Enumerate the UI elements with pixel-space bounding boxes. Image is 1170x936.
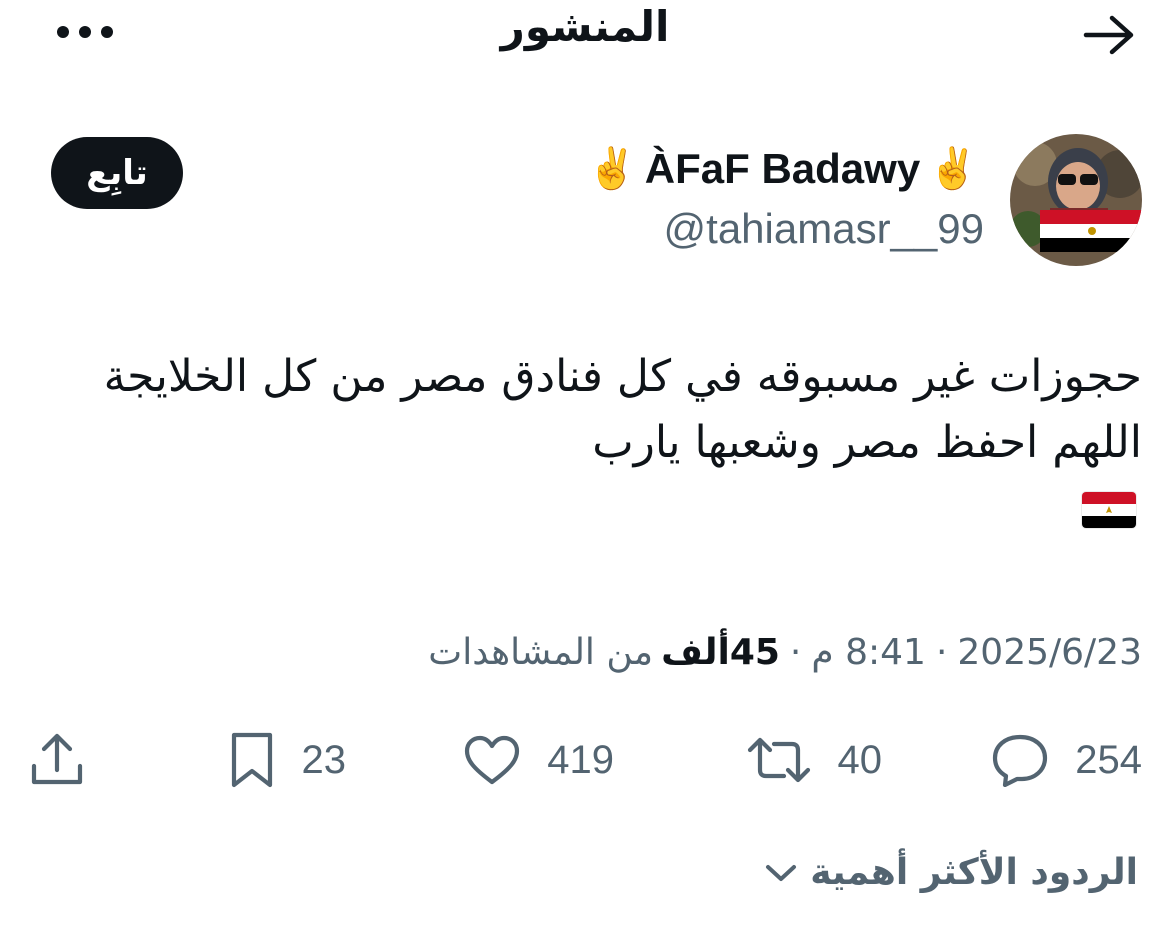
tweet-text: حجوزات غير مسبوقه في كل فنادق مصر من كل … bbox=[42, 344, 1142, 476]
author-handle[interactable]: @tahiamasr__99 bbox=[664, 205, 984, 253]
like-button[interactable]: 419 bbox=[463, 720, 614, 800]
egypt-flag-icon bbox=[1082, 492, 1136, 528]
views-label: من المشاهدات bbox=[428, 632, 654, 673]
reply-icon bbox=[993, 734, 1048, 787]
page-title: المنشور bbox=[500, 2, 670, 51]
views-count: 45ألف bbox=[661, 632, 780, 673]
separator-dot: · bbox=[789, 632, 802, 673]
repost-button[interactable]: 40 bbox=[746, 720, 883, 800]
follow-button[interactable]: تابِع bbox=[51, 137, 183, 209]
reply-button[interactable]: 254 bbox=[991, 720, 1142, 800]
share-icon bbox=[31, 733, 83, 785]
author-name-text: ÀFaF Badawy bbox=[644, 145, 921, 192]
more-options-button[interactable] bbox=[50, 10, 120, 54]
action-bar: 254 40 419 23 bbox=[0, 720, 1170, 800]
tweet-text-line: اللهم احفظ مصر وشعبها يارب bbox=[592, 417, 1142, 468]
bookmark-count: 23 bbox=[301, 737, 347, 782]
repost-icon bbox=[747, 737, 810, 783]
reply-count: 254 bbox=[1075, 737, 1142, 782]
replies-sort-label: الردود الأكثر أهمية bbox=[810, 852, 1138, 893]
tweet-date[interactable]: 2025/6/23 bbox=[957, 632, 1142, 673]
replies-sort-dropdown[interactable]: الردود الأكثر أهمية bbox=[764, 852, 1138, 893]
top-bar: المنشور bbox=[0, 0, 1170, 70]
repost-count: 40 bbox=[837, 737, 883, 782]
author-display-name[interactable]: ✌️ ÀFaF Badawy ✌️ bbox=[587, 145, 978, 193]
share-button[interactable] bbox=[28, 720, 86, 800]
tweet-meta: 2025/6/23 · 8:41 م · 45ألف من المشاهدات bbox=[428, 632, 1142, 673]
more-horizontal-icon bbox=[57, 26, 113, 38]
like-count: 419 bbox=[547, 737, 614, 782]
avatar[interactable] bbox=[1010, 134, 1142, 266]
tweet-text-line: حجوزات غير مسبوقه في كل فنادق مصر من كل … bbox=[103, 351, 1142, 402]
chevron-down-icon bbox=[766, 864, 797, 881]
bookmark-button[interactable]: 23 bbox=[228, 720, 347, 800]
victory-hand-emoji: ✌️ bbox=[586, 147, 637, 191]
bookmark-icon bbox=[231, 732, 272, 788]
victory-hand-emoji: ✌️ bbox=[928, 147, 978, 191]
separator-dot: · bbox=[935, 632, 948, 673]
heart-icon bbox=[465, 735, 520, 785]
tweet-time[interactable]: 8:41 م bbox=[811, 632, 926, 673]
